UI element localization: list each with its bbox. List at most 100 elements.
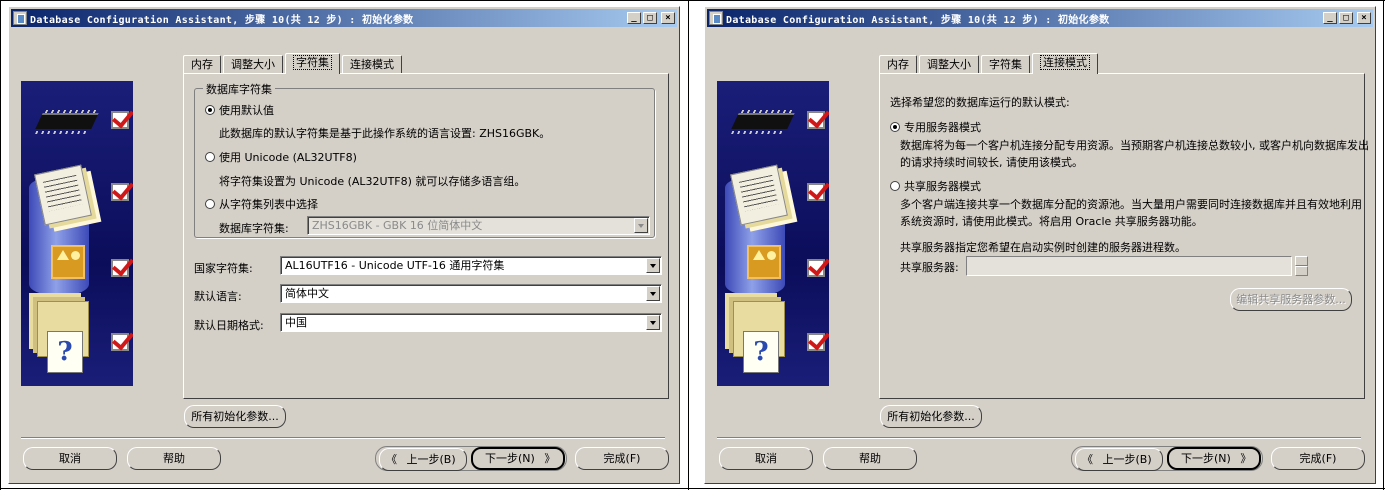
radio-dot[interactable] [205, 152, 215, 162]
table-border-left [0, 0, 1, 490]
tab-strip: 内存 调整大小 字符集 连接模式 [183, 53, 404, 74]
radio-unicode-charset[interactable]: 使用 Unicode (AL32UTF8) [205, 149, 357, 165]
radio-dedicated-server[interactable]: 专用服务器模式 [890, 119, 981, 135]
spinner-up-icon[interactable] [1295, 256, 1308, 266]
close-button[interactable]: × [661, 12, 675, 24]
back-button[interactable]: 《 上一步(B) [379, 448, 467, 471]
question-document-icon: ? [47, 331, 83, 373]
checkmark-icon [111, 111, 129, 129]
all-init-params-button[interactable]: 所有初始化参数... [184, 405, 286, 428]
radio-shared-server[interactable]: 共享服务器模式 [890, 178, 981, 194]
table-border-top [0, 0, 1385, 1]
national-charset-label: 国家字符集: [194, 262, 253, 275]
wizard-illustration: ? [21, 81, 133, 386]
minimize-button[interactable]: _ [627, 12, 641, 24]
chevron-down-icon[interactable] [646, 286, 660, 301]
shared-server-spinner[interactable] [1295, 256, 1308, 276]
table-border-middle [688, 0, 689, 490]
title-bar: Database Configuration Assistant, 步骤 10(… [11, 9, 677, 27]
shapes-icon [747, 245, 781, 279]
chevron-right-icon: 》 [544, 452, 556, 465]
chevron-left-icon: 《 [1082, 453, 1093, 466]
dbca-window-connection: Database Configuration Assistant, 步骤 10(… [704, 6, 1376, 484]
finish-button[interactable]: 完成(F) [575, 447, 669, 470]
next-button[interactable]: 下一步(N) 》 [471, 447, 565, 470]
minimize-button[interactable]: _ [1323, 12, 1337, 24]
checkmark-icon [807, 183, 825, 201]
radio-dot[interactable] [890, 122, 900, 132]
shared-server-label: 共享服务器: [900, 261, 959, 274]
next-button[interactable]: 下一步(N) 》 [1167, 447, 1261, 470]
shared-server-count-note: 共享服务器指定您希望在启动实例时创建的服务器进程数。 [900, 241, 1186, 254]
tab-sizing[interactable]: 调整大小 [223, 55, 283, 74]
finish-button[interactable]: 完成(F) [1271, 447, 1365, 470]
db-charset-legend: 数据库字符集 [203, 81, 275, 97]
default-language-label: 默认语言: [194, 290, 242, 303]
checkmark-icon [807, 333, 825, 351]
tab-charset[interactable]: 字符集 [981, 55, 1030, 74]
shared-server-input[interactable] [966, 256, 1292, 276]
documents-icon [730, 164, 788, 226]
radio-dot[interactable] [205, 105, 215, 115]
shared-desc-line2: 系统资源时, 请使用此模式。将启用 Oracle 共享服务器功能。 [900, 215, 1203, 228]
tab-connection-mode[interactable]: 连接模式 [1032, 53, 1098, 74]
shapes-icon [51, 245, 85, 279]
tab-panel-charset: 数据库字符集 使用默认值 此数据库的默认字符集是基于此操作系统的语言设置: ZH… [183, 73, 669, 399]
help-button[interactable]: 帮助 [127, 447, 221, 470]
chevron-down-icon[interactable] [634, 218, 648, 233]
dedicated-desc-line2: 的请求持续时间较长, 请使用该模式。 [900, 156, 1083, 169]
wizard-illustration: ? [717, 81, 829, 386]
spinner-down-icon[interactable] [1295, 266, 1308, 276]
app-icon [13, 11, 27, 25]
close-button[interactable]: × [1357, 12, 1371, 24]
footer-separator [717, 437, 1361, 439]
table-border-right [1383, 0, 1384, 490]
window-title: Database Configuration Assistant, 步骤 10(… [726, 14, 1110, 26]
dedicated-desc-line1: 数据库将为每一个客户机连接分配专用资源。当预期客户机连接总数较小, 或客户机向数… [900, 139, 1369, 152]
tab-connection-mode[interactable]: 连接模式 [342, 55, 402, 74]
all-init-params-button[interactable]: 所有初始化参数... [880, 405, 982, 428]
chevron-right-icon: 》 [1240, 452, 1252, 465]
tab-sizing[interactable]: 调整大小 [919, 55, 979, 74]
chevron-down-icon[interactable] [646, 258, 660, 273]
db-charset-list-label: 数据库字符集: [219, 222, 289, 235]
radio-list-charset[interactable]: 从字符集列表中选择 [205, 196, 318, 212]
cancel-button[interactable]: 取消 [719, 447, 813, 470]
chevron-down-icon[interactable] [646, 315, 660, 330]
tab-memory[interactable]: 内存 [879, 55, 917, 74]
maximize-button[interactable]: □ [1339, 12, 1353, 24]
app-icon [709, 11, 723, 25]
national-charset-select[interactable]: AL16UTF16 - Unicode UTF-16 通用字符集 [280, 256, 662, 275]
connection-mode-prompt: 选择希望您的数据库运行的默认模式: [890, 96, 1070, 109]
db-charset-group: 数据库字符集 使用默认值 此数据库的默认字符集是基于此操作系统的语言设置: ZH… [194, 81, 655, 238]
table-border-bottom [0, 488, 1385, 489]
memory-chip-icon [731, 113, 795, 129]
chevron-left-icon: 《 [386, 453, 397, 466]
checkmark-icon [111, 259, 129, 277]
default-language-select[interactable]: 简体中文 [280, 284, 662, 303]
help-button[interactable]: 帮助 [823, 447, 917, 470]
question-document-icon: ? [743, 331, 779, 373]
dbca-window-charset: Database Configuration Assistant, 步骤 10(… [8, 6, 680, 484]
db-charset-select[interactable]: ZHS16GBK - GBK 16 位简体中文 [307, 216, 650, 235]
checkmark-icon [807, 111, 825, 129]
documents-icon [34, 164, 92, 226]
footer-separator [21, 437, 665, 439]
window-title: Database Configuration Assistant, 步骤 10(… [30, 14, 414, 26]
tab-panel-connection: 选择希望您的数据库运行的默认模式: 专用服务器模式 数据库将为每一个客户机连接分… [879, 73, 1369, 399]
back-button[interactable]: 《 上一步(B) [1075, 448, 1163, 471]
default-date-format-label: 默认日期格式: [194, 319, 264, 332]
radio-dot[interactable] [205, 199, 215, 209]
tab-charset[interactable]: 字符集 [285, 53, 340, 74]
tab-memory[interactable]: 内存 [183, 55, 221, 74]
tab-strip: 内存 调整大小 字符集 连接模式 [879, 53, 1100, 74]
checkmark-icon [111, 333, 129, 351]
memory-chip-icon [35, 113, 99, 129]
maximize-button[interactable]: □ [643, 12, 657, 24]
radio-dot[interactable] [890, 181, 900, 191]
radio-default-charset[interactable]: 使用默认值 [205, 102, 274, 118]
default-date-format-select[interactable]: 中国 [280, 313, 662, 332]
edit-shared-server-params-button[interactable]: 编辑共享服务器参数... [1230, 288, 1352, 311]
cancel-button[interactable]: 取消 [23, 447, 117, 470]
checkmark-icon [807, 259, 825, 277]
